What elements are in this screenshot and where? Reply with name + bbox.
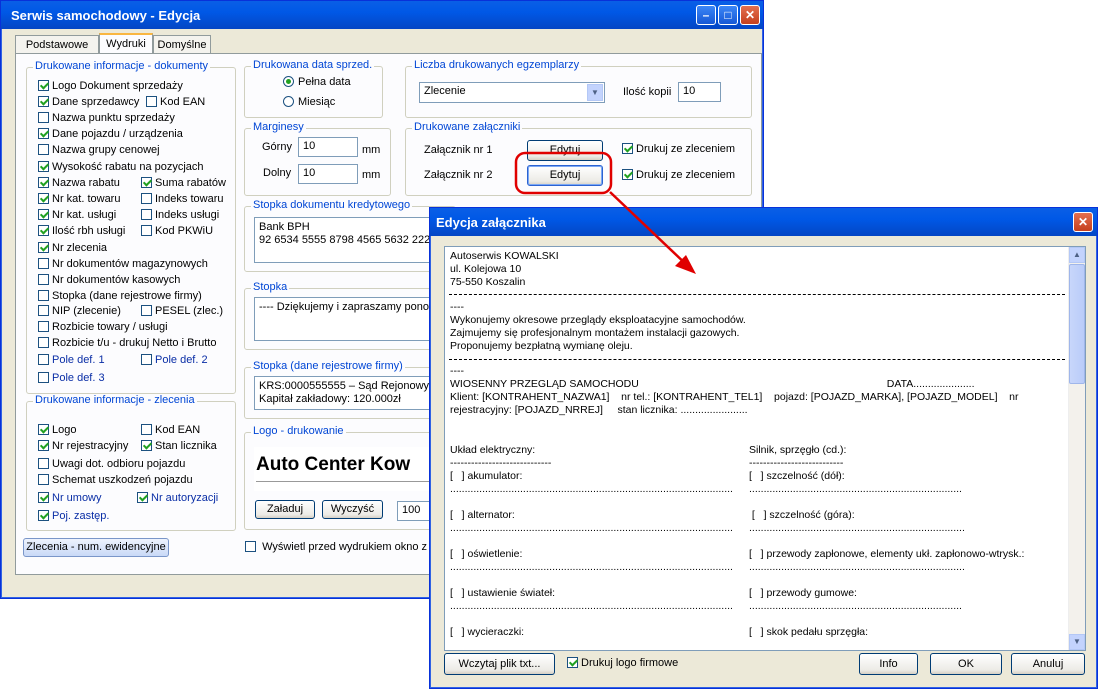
callout-arrow-line [609, 191, 691, 269]
callout-annotation [514, 151, 696, 274]
callout-highlight-box [514, 151, 613, 195]
